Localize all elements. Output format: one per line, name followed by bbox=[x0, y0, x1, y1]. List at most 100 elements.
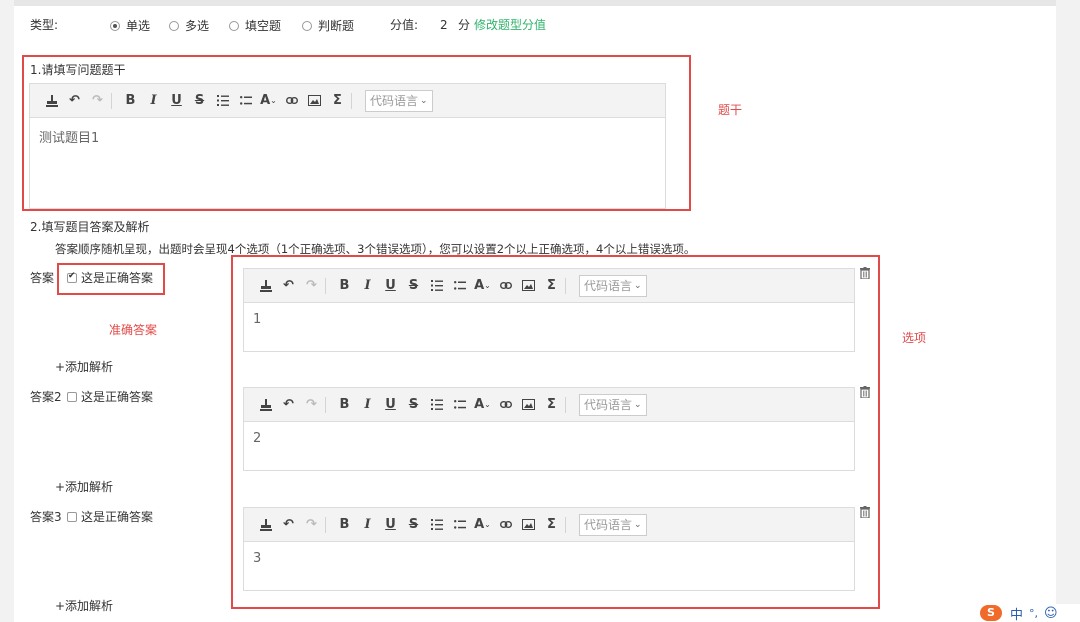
answer-3-content[interactable]: 3 bbox=[244, 543, 854, 574]
toolbar-divider bbox=[351, 92, 357, 109]
stem-editor[interactable]: ↶ ↷ B I U S A ⌄ Σ 代码语言 ⌄ 测试题目1 bbox=[29, 83, 666, 209]
link-icon[interactable] bbox=[494, 515, 517, 535]
image-icon[interactable] bbox=[517, 276, 540, 296]
answer-1-editor[interactable]: ↶ ↷ B I U S A ⌄ Σ 代码语言 ⌄ 1 bbox=[243, 268, 855, 352]
answer-section-hint: 答案顺序随机呈现，出题时会呈现4个选项（1个正确选项、3个错误选项），您可以设置… bbox=[55, 242, 696, 256]
top-strip bbox=[14, 0, 1056, 6]
type-radio-judge[interactable]: 判断题 bbox=[302, 17, 354, 34]
font-color-icon[interactable]: A ⌄ bbox=[471, 515, 494, 535]
trash-icon[interactable] bbox=[860, 386, 870, 398]
bold-icon[interactable]: B bbox=[333, 395, 356, 415]
answer-1-content[interactable]: 1 bbox=[244, 304, 854, 335]
undo-icon[interactable]: ↶ bbox=[63, 91, 86, 111]
answer-2-correct-checkbox[interactable]: 这是正确答案 bbox=[67, 388, 153, 405]
format-brush-icon[interactable] bbox=[40, 91, 63, 111]
link-icon[interactable] bbox=[494, 276, 517, 296]
unordered-list-icon[interactable] bbox=[448, 276, 471, 296]
format-brush-icon[interactable] bbox=[254, 515, 277, 535]
type-radio-single[interactable]: 单选 bbox=[110, 17, 150, 34]
score-label: 分值: bbox=[390, 18, 419, 32]
font-color-icon[interactable]: A ⌄ bbox=[471, 276, 494, 296]
ordered-list-icon[interactable] bbox=[211, 91, 234, 111]
answer-3-editor[interactable]: ↶ ↷ B I U S A ⌄ Σ 代码语言 ⌄ 3 bbox=[243, 507, 855, 591]
bold-icon[interactable]: B bbox=[333, 515, 356, 535]
ordered-list-icon[interactable] bbox=[425, 276, 448, 296]
undo-icon[interactable]: ↶ bbox=[277, 515, 300, 535]
edit-score-link[interactable]: 修改题型分值 bbox=[474, 16, 546, 33]
stem-annotation-label: 题干 bbox=[718, 103, 743, 117]
strikethrough-icon[interactable]: S bbox=[402, 515, 425, 535]
formula-icon[interactable]: Σ bbox=[540, 515, 563, 535]
code-language-select[interactable]: 代码语言 ⌄ bbox=[579, 393, 647, 416]
toolbar-divider bbox=[325, 396, 331, 413]
editor-toolbar: ↶ ↷ B I U S A ⌄ Σ 代码语言 ⌄ bbox=[244, 269, 854, 303]
type-radio-multi[interactable]: 多选 bbox=[169, 17, 209, 34]
correct-annotation-label: 准确答案 bbox=[109, 323, 158, 337]
stem-content[interactable]: 测试题目1 bbox=[30, 119, 665, 154]
unordered-list-icon[interactable] bbox=[448, 515, 471, 535]
underline-icon[interactable]: U bbox=[379, 276, 402, 296]
redo-icon[interactable]: ↷ bbox=[300, 515, 323, 535]
toolbar-divider bbox=[325, 277, 331, 294]
toolbar-divider bbox=[565, 516, 571, 533]
formula-icon[interactable]: Σ bbox=[540, 276, 563, 296]
type-label: 类型: bbox=[30, 18, 59, 32]
italic-icon[interactable]: I bbox=[356, 515, 379, 535]
formula-icon[interactable]: Σ bbox=[540, 395, 563, 415]
link-icon[interactable] bbox=[280, 91, 303, 111]
redo-icon[interactable]: ↷ bbox=[86, 91, 109, 111]
link-icon[interactable] bbox=[494, 395, 517, 415]
italic-icon[interactable]: I bbox=[142, 91, 165, 111]
answer-3-correct-checkbox[interactable]: 这是正确答案 bbox=[67, 508, 153, 525]
image-icon[interactable] bbox=[517, 395, 540, 415]
format-brush-icon[interactable] bbox=[254, 395, 277, 415]
toolbar-divider bbox=[111, 92, 117, 109]
answer-2-content[interactable]: 2 bbox=[244, 423, 854, 454]
type-radio-fill[interactable]: 填空题 bbox=[229, 17, 281, 34]
strikethrough-icon[interactable]: S bbox=[188, 91, 211, 111]
formula-icon[interactable]: Σ bbox=[326, 91, 349, 111]
italic-icon[interactable]: I bbox=[356, 276, 379, 296]
answer-1-label: 答案 bbox=[30, 271, 55, 285]
answer-2-label: 答案2 bbox=[30, 390, 62, 404]
unordered-list-icon[interactable] bbox=[234, 91, 257, 111]
code-language-select[interactable]: 代码语言 ⌄ bbox=[579, 513, 647, 536]
toolbar-divider bbox=[325, 516, 331, 533]
ordered-list-icon[interactable] bbox=[425, 515, 448, 535]
undo-icon[interactable]: ↶ bbox=[277, 276, 300, 296]
redo-icon[interactable]: ↷ bbox=[300, 276, 323, 296]
underline-icon[interactable]: U bbox=[379, 515, 402, 535]
answer-3-add-analysis[interactable]: +添加解析 bbox=[55, 597, 113, 614]
ime-mode[interactable]: 中 bbox=[1010, 604, 1023, 622]
ordered-list-icon[interactable] bbox=[425, 395, 448, 415]
image-icon[interactable] bbox=[303, 91, 326, 111]
bold-icon[interactable]: B bbox=[333, 276, 356, 296]
unordered-list-icon[interactable] bbox=[448, 395, 471, 415]
code-language-select[interactable]: 代码语言 ⌄ bbox=[365, 89, 433, 112]
font-color-icon[interactable]: A ⌄ bbox=[471, 395, 494, 415]
code-language-select[interactable]: 代码语言 ⌄ bbox=[579, 274, 647, 297]
bold-icon[interactable]: B bbox=[119, 91, 142, 111]
editor-toolbar: ↶ ↷ B I U S A ⌄ Σ 代码语言 ⌄ bbox=[30, 84, 665, 118]
ime-status-bar[interactable]: S 中 °, ☺ bbox=[978, 604, 1080, 622]
answer-section-title: 2.填写题目答案及解析 bbox=[30, 220, 150, 234]
answer-1-add-analysis[interactable]: +添加解析 bbox=[55, 358, 113, 375]
redo-icon[interactable]: ↷ bbox=[300, 395, 323, 415]
answer-1-correct-checkbox[interactable]: 这是正确答案 bbox=[67, 269, 153, 286]
editor-toolbar: ↶ ↷ B I U S A ⌄ Σ 代码语言 ⌄ bbox=[244, 508, 854, 542]
answer-2-add-analysis[interactable]: +添加解析 bbox=[55, 478, 113, 495]
image-icon[interactable] bbox=[517, 515, 540, 535]
underline-icon[interactable]: U bbox=[379, 395, 402, 415]
answer-2-editor[interactable]: ↶ ↷ B I U S A ⌄ Σ 代码语言 ⌄ 2 bbox=[243, 387, 855, 471]
format-brush-icon[interactable] bbox=[254, 276, 277, 296]
strikethrough-icon[interactable]: S bbox=[402, 276, 425, 296]
undo-icon[interactable]: ↶ bbox=[277, 395, 300, 415]
trash-icon[interactable] bbox=[860, 506, 870, 518]
font-color-icon[interactable]: A ⌄ bbox=[257, 91, 280, 111]
strikethrough-icon[interactable]: S bbox=[402, 395, 425, 415]
ime-emoji-icon[interactable]: ☺ bbox=[1044, 606, 1058, 621]
italic-icon[interactable]: I bbox=[356, 395, 379, 415]
underline-icon[interactable]: U bbox=[165, 91, 188, 111]
ime-punctuation-icon[interactable]: °, bbox=[1029, 607, 1038, 620]
trash-icon[interactable] bbox=[860, 267, 870, 279]
